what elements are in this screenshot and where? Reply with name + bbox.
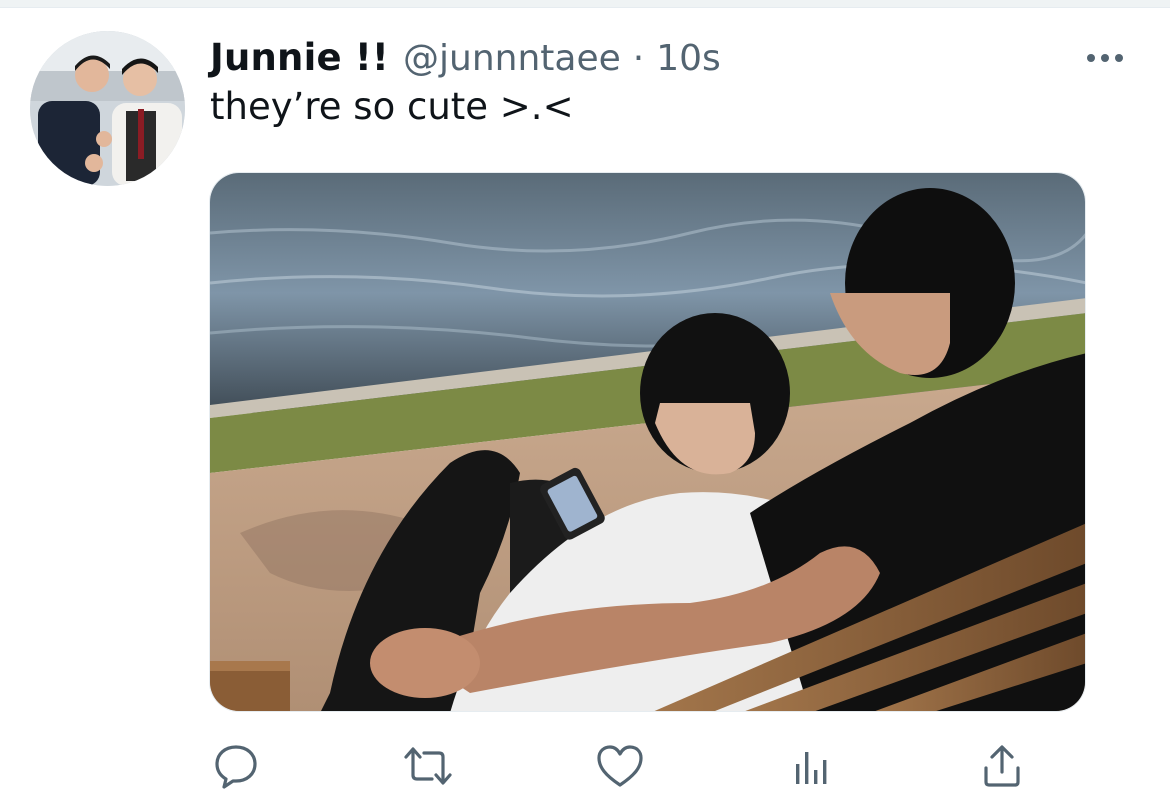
user-handle[interactable]: @junnntaee — [403, 38, 621, 79]
analytics-button[interactable] — [784, 738, 840, 794]
more-dots-icon — [1087, 54, 1123, 62]
avatar[interactable] — [30, 31, 185, 186]
media-photo — [210, 173, 1085, 711]
top-divider — [0, 0, 1170, 8]
retweet-button[interactable] — [400, 738, 456, 794]
share-button[interactable] — [974, 738, 1030, 794]
retweet-icon — [404, 747, 452, 785]
display-name[interactable]: Junnie !! — [210, 36, 389, 79]
reply-icon — [215, 745, 257, 789]
timestamp[interactable]: 10s — [656, 38, 721, 79]
reply-button[interactable] — [208, 738, 264, 794]
heart-icon — [597, 745, 643, 787]
share-icon — [984, 745, 1020, 787]
tweet-text: they’re so cute >.< — [210, 85, 574, 128]
tweet-media[interactable] — [209, 172, 1086, 712]
avatar-photo — [30, 31, 185, 186]
tweet-header: Junnie !! @junnntaee · 10s — [210, 36, 721, 82]
header-separator: · — [632, 38, 645, 79]
analytics-icon — [796, 752, 827, 784]
like-button[interactable] — [592, 738, 648, 794]
more-button[interactable] — [1084, 40, 1126, 76]
